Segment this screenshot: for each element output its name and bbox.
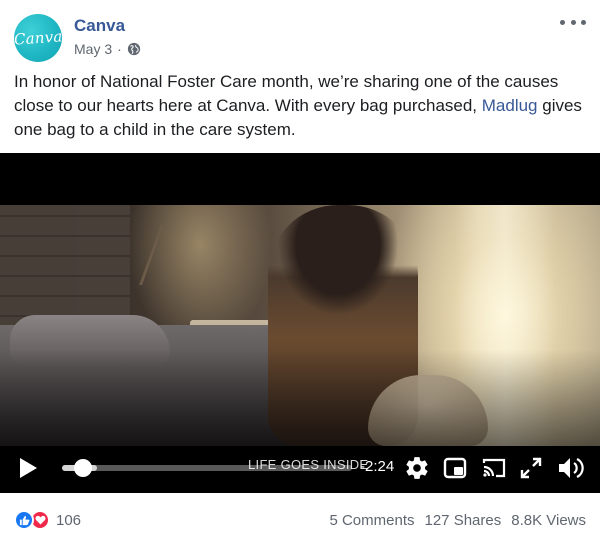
video-controls: LIFE GOES INSIDE -2:24: [0, 448, 600, 488]
cast-icon: [482, 458, 506, 478]
post-stats: 5 Comments 127 Shares 8.8K Views: [329, 512, 586, 529]
video-player[interactable]: LIFE GOES INSIDE -2:24: [0, 153, 600, 493]
play-button[interactable]: [16, 456, 40, 480]
reactions-summary[interactable]: 106: [14, 510, 81, 530]
page-name-link[interactable]: Canva: [74, 16, 125, 36]
comments-count-link[interactable]: 5 Comments: [329, 512, 414, 529]
expand-icon: [520, 457, 542, 479]
picture-in-picture-icon: [443, 457, 467, 479]
more-options-icon[interactable]: [560, 12, 586, 32]
avatar[interactable]: Canva: [14, 14, 62, 62]
post-footer: 106 5 Comments 127 Shares 8.8K Views: [14, 510, 586, 534]
volume-button[interactable]: [556, 454, 586, 482]
gear-icon: [406, 457, 428, 479]
cast-button[interactable]: [481, 456, 507, 480]
fullscreen-button[interactable]: [519, 456, 543, 480]
post-text: In honor of National Foster Care month, …: [14, 70, 586, 142]
post-meta: May 3 ·: [74, 41, 141, 57]
progress-handle[interactable]: [73, 459, 92, 477]
reaction-count: 106: [56, 511, 82, 529]
views-count: 8.8K Views: [511, 512, 586, 529]
play-icon: [20, 458, 37, 478]
mini-player-button[interactable]: [442, 455, 468, 481]
avatar-logo-text: Canva: [14, 27, 62, 49]
time-remaining: -2:24: [360, 458, 395, 475]
globe-icon[interactable]: [127, 42, 141, 56]
post-header: Canva Canva May 3 ·: [14, 14, 586, 62]
madlug-link[interactable]: Madlug: [482, 96, 538, 115]
meta-separator: ·: [117, 41, 122, 57]
video-caption: LIFE GOES INSIDE: [248, 457, 369, 472]
post-date[interactable]: May 3: [74, 41, 112, 57]
like-reaction-icon: [14, 510, 34, 530]
speaker-icon: [559, 458, 584, 478]
video-vignette: [0, 205, 600, 446]
post-text-part-1: In honor of National Foster Care month, …: [14, 72, 559, 115]
settings-button[interactable]: [403, 454, 431, 482]
shares-count-link[interactable]: 127 Shares: [425, 512, 502, 529]
